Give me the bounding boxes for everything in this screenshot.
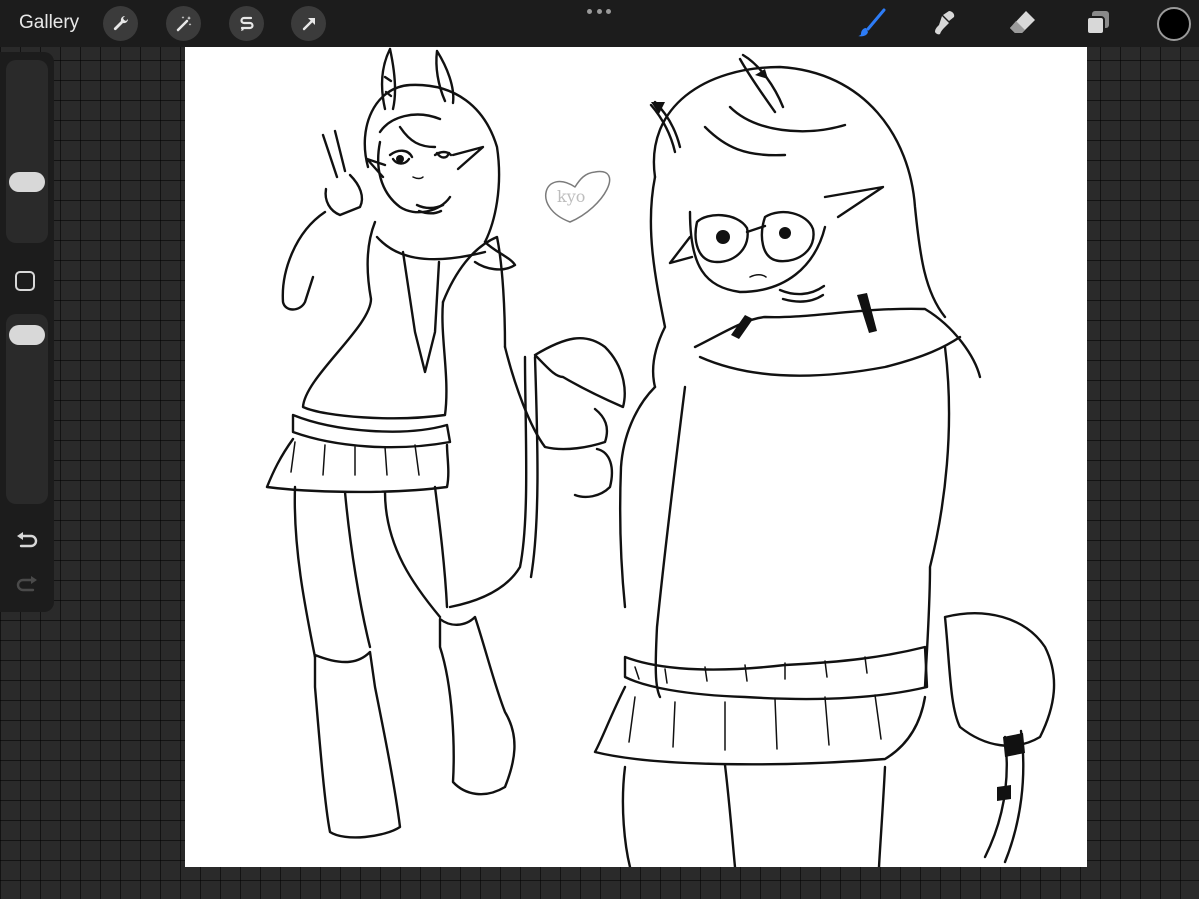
color-swatch[interactable] xyxy=(1157,7,1191,41)
brush-icon[interactable] xyxy=(855,6,889,40)
opacity-handle[interactable] xyxy=(9,325,45,345)
wrench-icon[interactable] xyxy=(103,6,138,41)
modify-button[interactable] xyxy=(15,271,35,291)
left-character-sketch xyxy=(265,47,626,839)
smudge-icon[interactable] xyxy=(928,6,962,40)
layers-icon[interactable] xyxy=(1081,6,1115,40)
drawing-canvas[interactable]: kyo xyxy=(185,47,1087,867)
undo-icon[interactable] xyxy=(14,528,40,554)
transform-arrow-icon[interactable] xyxy=(291,6,326,41)
brush-size-slider[interactable] xyxy=(6,60,48,243)
magic-wand-icon[interactable] xyxy=(166,6,201,41)
selection-icon[interactable] xyxy=(229,6,264,41)
redo-icon[interactable] xyxy=(14,572,40,598)
sketch-artwork: kyo xyxy=(265,47,1056,867)
eraser-icon[interactable] xyxy=(1005,6,1039,40)
more-options-icon[interactable] xyxy=(587,9,611,14)
left-sidebar xyxy=(0,52,54,612)
signature-text: kyo xyxy=(557,187,585,206)
brush-size-handle[interactable] xyxy=(9,172,45,192)
top-toolbar: Gallery xyxy=(0,0,1199,47)
right-character-sketch xyxy=(593,53,1056,867)
opacity-slider[interactable] xyxy=(6,314,48,504)
gallery-button[interactable]: Gallery xyxy=(19,12,79,34)
signature-heart-logo: kyo xyxy=(545,170,611,223)
